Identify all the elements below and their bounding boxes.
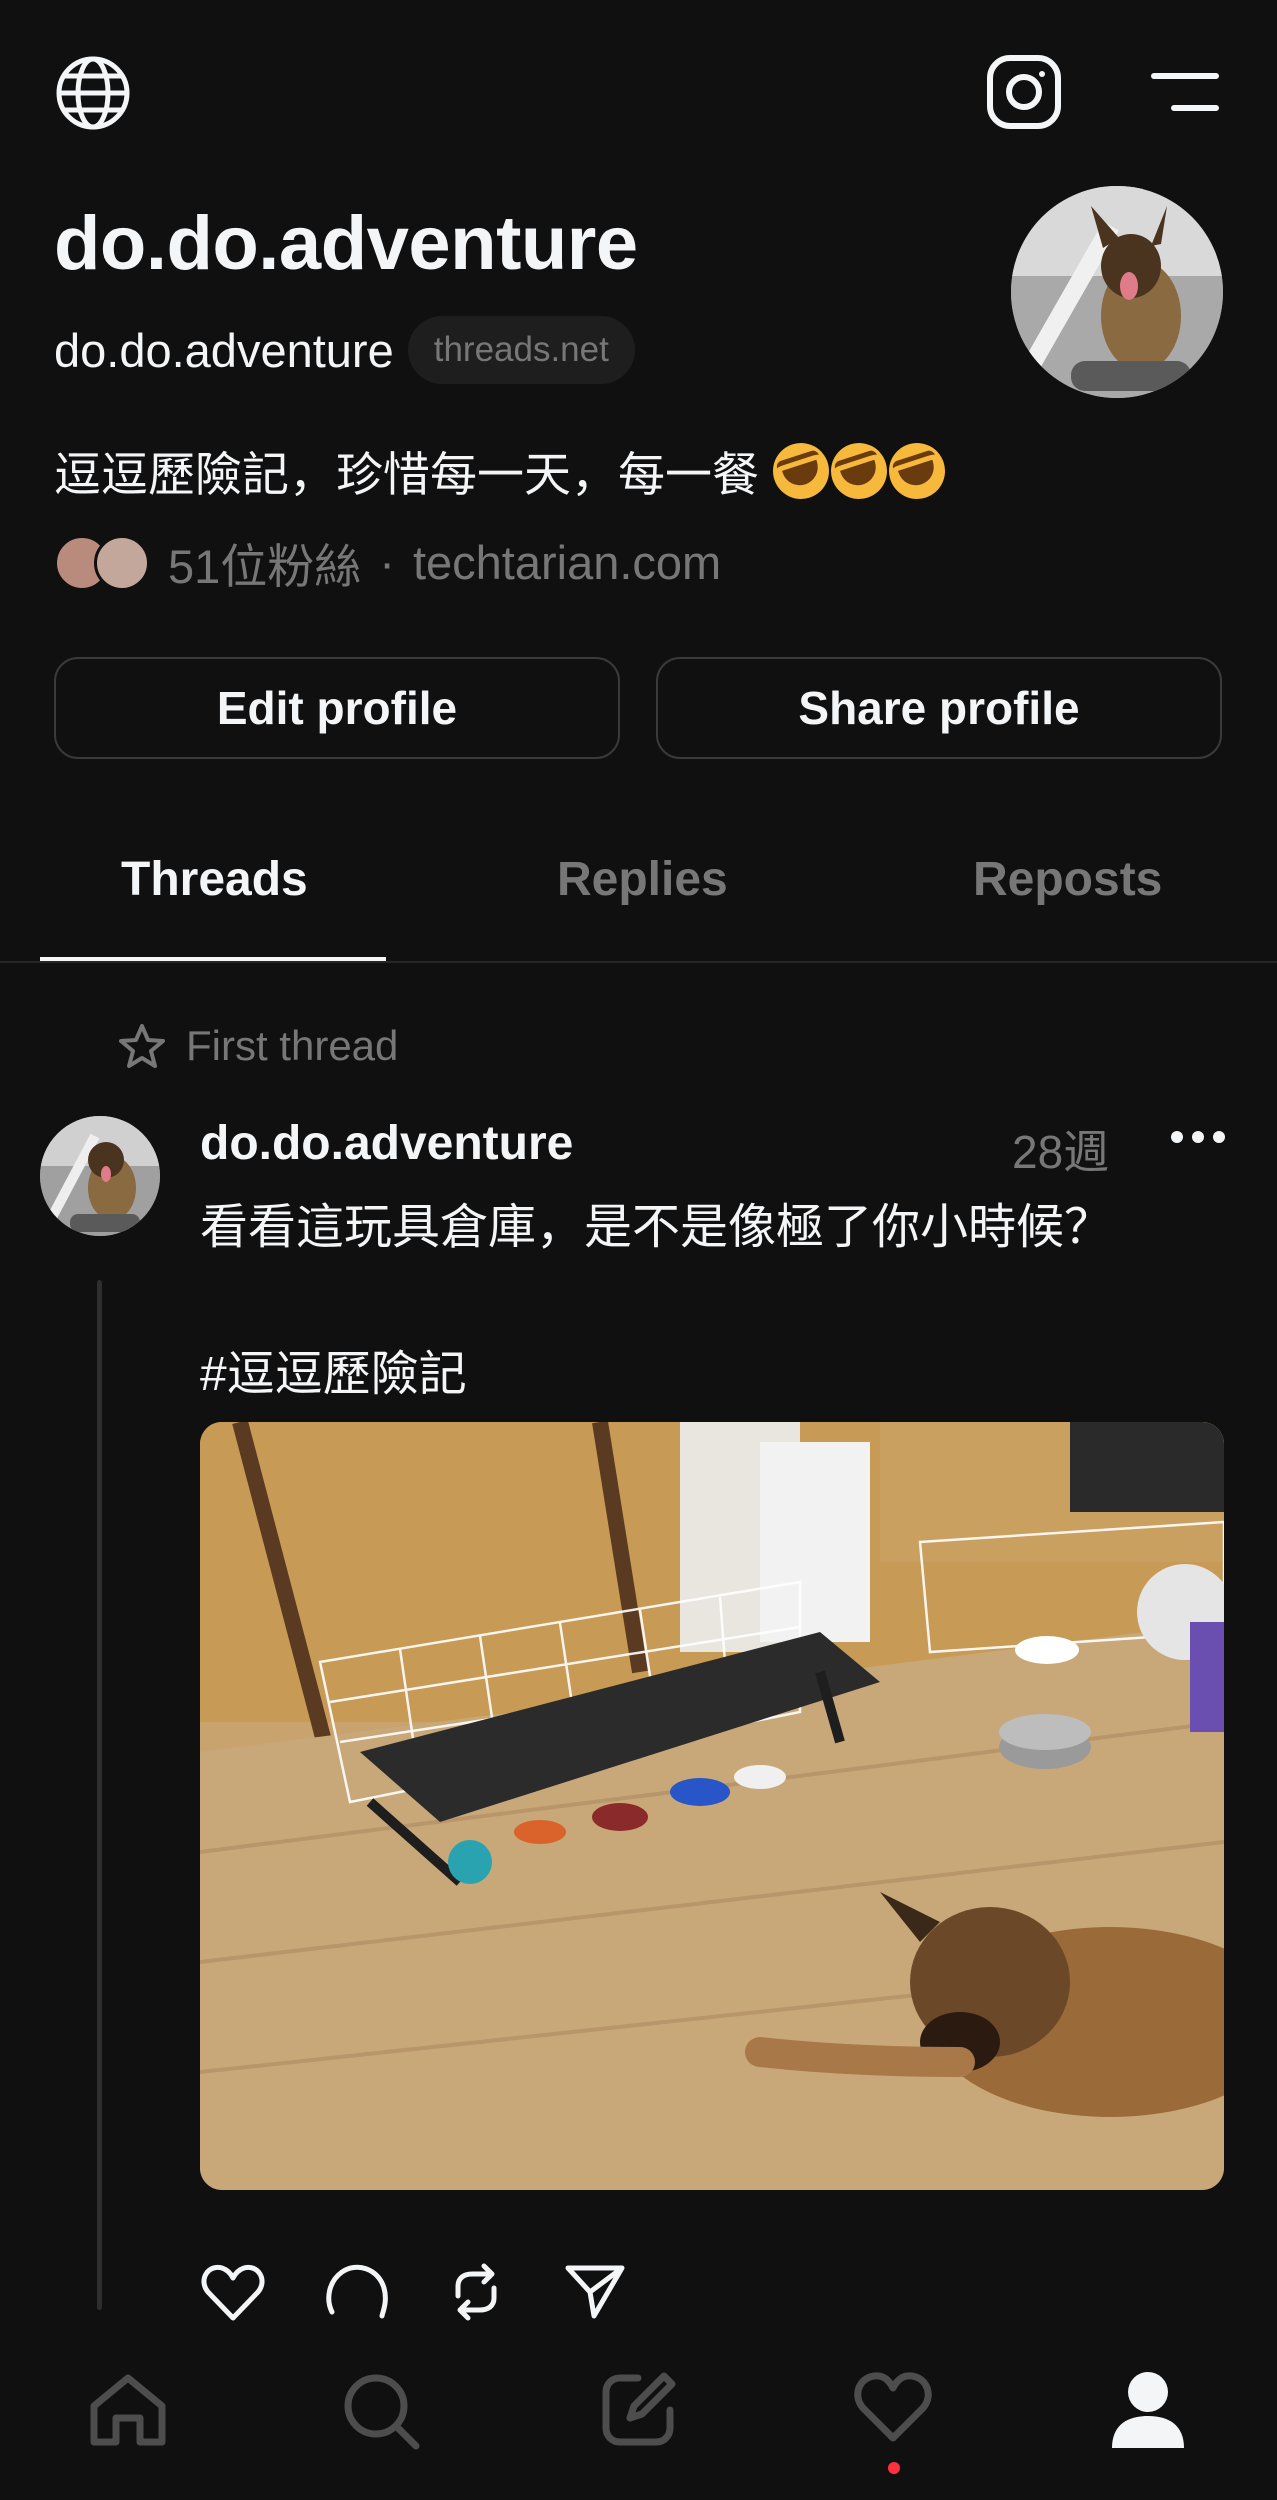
share-profile-button[interactable]: Share profile [656,657,1222,759]
globe-icon[interactable] [54,54,132,132]
edit-profile-button[interactable]: Edit profile [54,657,620,759]
followers-count[interactable]: 51位粉絲 [168,528,361,597]
post-avatar[interactable] [40,1116,160,1236]
post-actions [200,2262,626,2322]
post-username[interactable]: do.do.adventure [200,1116,573,1171]
rolling-laughing-emoji-icon [765,435,953,506]
star-icon [118,1023,166,1069]
profile-link[interactable]: techtarian.com [413,535,721,590]
follower-avatars[interactable] [54,534,150,591]
tab-reposts[interactable]: Reposts [973,852,1162,907]
instagram-icon[interactable] [986,54,1062,130]
share-icon[interactable] [564,2262,626,2322]
post-image[interactable] [200,1422,1224,2190]
separator: · [379,536,395,589]
follower-avatar [94,534,150,591]
profile-bio: 逗逗歷險記，珍惜每一天，每一餐 [54,435,953,506]
profile-handle-row: do.do.adventure threads.net [54,316,635,384]
profile-username: do.do.adventure [54,323,394,377]
comment-icon[interactable] [324,2262,388,2322]
post-text: 看看這玩具倉庫，是不是像極了你小時候？ [200,1201,1113,1254]
tab-threads[interactable]: Threads [121,852,308,907]
followers-row: 51位粉絲 · techtarian.com [54,528,721,597]
more-options-icon[interactable] [1170,1130,1226,1144]
pinned-label-text: First thread [186,1022,399,1069]
profile-avatar[interactable] [1011,186,1223,398]
repost-icon[interactable] [446,2262,506,2322]
home-icon[interactable] [86,2370,170,2450]
heart-icon[interactable] [853,2370,933,2444]
thread-line [97,1280,102,2310]
tab-replies[interactable]: Replies [557,852,728,907]
post-hashtag[interactable]: #逗逗歷險記 [200,1334,467,1404]
post-timestamp: 28週 [1012,1126,1110,1178]
menu-icon[interactable] [1150,70,1220,114]
like-icon[interactable] [200,2262,266,2322]
active-tab-indicator [40,957,386,961]
compose-icon[interactable] [598,2370,678,2450]
search-icon[interactable] [340,2370,422,2452]
bio-text: 逗逗歷險記，珍惜每一天，每一餐 [54,448,759,501]
profile-icon[interactable] [1110,2370,1186,2450]
tab-divider [0,961,1277,963]
notification-dot [888,2462,900,2474]
pinned-label: First thread [118,1022,398,1070]
domain-badge[interactable]: threads.net [407,316,635,384]
profile-display-name: do.do.adventure [54,201,638,286]
